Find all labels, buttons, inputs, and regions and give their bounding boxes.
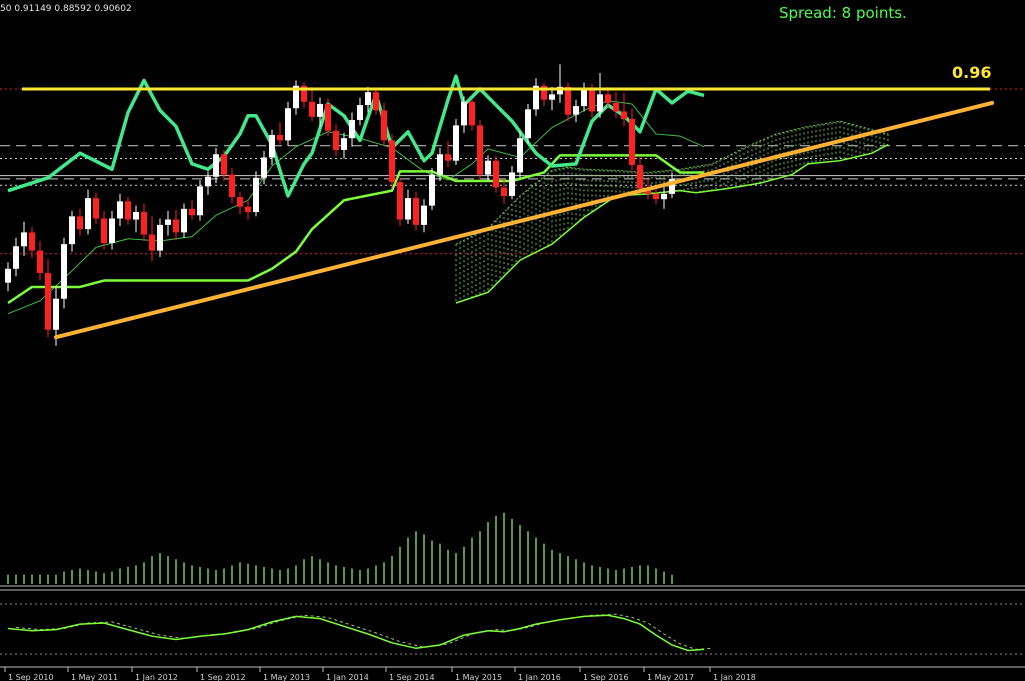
candle-body <box>133 212 139 220</box>
candle-body <box>397 182 403 220</box>
oscillator-signal <box>15 613 713 650</box>
oscillator-main <box>7 614 705 652</box>
candle-body <box>45 273 51 330</box>
candle-body <box>309 101 315 117</box>
ohlc-header: 50 0.91149 0.88592 0.90602 <box>0 4 132 14</box>
candle-body <box>525 109 531 139</box>
candle-body <box>5 268 11 283</box>
candle-body <box>69 216 75 245</box>
candle-body <box>509 172 515 196</box>
candle-body <box>277 135 283 141</box>
candle-body <box>229 174 235 198</box>
candle-body <box>485 160 491 175</box>
x-axis: 1 Sep 2010 1 May 2011 1 Jan 2012 1 Sep 2012… <box>4 667 756 681</box>
price-chart: 1 Sep 2010 1 May 2011 1 Jan 2012 1 Sep 2012… <box>0 64 1025 681</box>
candle-body <box>469 101 475 126</box>
candle-body <box>253 177 259 213</box>
candle-body <box>101 218 107 244</box>
x-tick-label: 1 Jan 2012 <box>135 673 178 681</box>
candle-body <box>365 92 371 106</box>
candle-body <box>157 224 163 251</box>
x-tick-label: 1 Sep 2014 <box>389 673 435 681</box>
candle-body <box>213 154 219 177</box>
x-tick-label: 1 May 2013 <box>263 673 310 681</box>
candle-body <box>517 138 523 173</box>
candle-body <box>173 219 179 233</box>
candle-body <box>29 232 35 251</box>
candle-body <box>581 89 587 107</box>
x-tick-label: 1 Sep 2010 <box>8 673 54 681</box>
candle-body <box>317 103 323 117</box>
candle-body <box>461 101 467 126</box>
candle-body <box>341 138 347 150</box>
candle-body <box>125 201 131 220</box>
candle-body <box>613 102 619 112</box>
candle-body <box>85 198 91 230</box>
candle-body <box>405 198 411 220</box>
candle-body <box>357 105 363 121</box>
candle-body <box>501 187 507 196</box>
candle-body <box>653 193 659 200</box>
candle-body <box>197 186 203 216</box>
candle-body <box>37 250 43 274</box>
volume-pane <box>7 512 673 584</box>
candle-body <box>437 154 443 175</box>
candle-body <box>149 234 155 251</box>
oscillator-pane <box>7 613 713 652</box>
candle-body <box>549 94 555 100</box>
candle-body <box>325 103 331 131</box>
candle-body <box>373 92 379 111</box>
candle-body <box>589 89 595 112</box>
candle-body <box>333 130 339 150</box>
candle-body <box>13 246 19 269</box>
candle-body <box>661 193 667 200</box>
candle-body <box>453 125 459 161</box>
candle-body <box>21 232 27 247</box>
x-tick-label: 1 Jan 2016 <box>518 673 561 681</box>
candle-body <box>53 298 59 330</box>
candle-body <box>381 110 387 141</box>
candle-body <box>141 212 147 235</box>
candle-body <box>477 125 483 175</box>
candle-body <box>445 154 451 161</box>
candle-body <box>221 154 227 175</box>
candle-body <box>117 201 123 219</box>
candle-body <box>597 94 603 112</box>
candle-body <box>429 174 435 206</box>
x-tick-label: 1 Jan 2018 <box>713 673 756 681</box>
candle-body <box>413 198 419 225</box>
x-tick-label: 1 Jan 2014 <box>326 673 369 681</box>
candle-body <box>245 206 251 213</box>
candle-body <box>573 106 579 115</box>
candle-body <box>565 86 571 115</box>
x-tick-label: 1 May 2015 <box>455 673 502 681</box>
candle-body <box>93 198 99 219</box>
candle-body <box>165 219 171 225</box>
x-tick-label: 1 Sep 2016 <box>583 673 629 681</box>
x-tick-label: 1 May 2017 <box>647 673 694 681</box>
candle-body <box>61 244 67 299</box>
candle-body <box>285 108 291 141</box>
candle-body <box>261 157 267 178</box>
x-tick-label: 1 May 2011 <box>71 673 118 681</box>
resistance-level-label: 0.96 <box>952 63 992 82</box>
candle-body <box>389 140 395 183</box>
x-tick-label: 1 Sep 2012 <box>200 673 246 681</box>
spread-label: Spread: 8 points. <box>779 4 907 22</box>
candle-body <box>421 205 427 225</box>
candle-body <box>77 216 83 230</box>
candle-body <box>493 160 499 188</box>
candle-body <box>269 135 275 158</box>
candle-body <box>237 197 243 207</box>
candle-body <box>637 164 643 189</box>
candle-body <box>349 120 355 139</box>
candle-body <box>189 208 195 216</box>
candle-body <box>205 176 211 187</box>
candle-body <box>621 111 627 119</box>
candle-body <box>629 118 635 165</box>
candle-body <box>109 218 115 244</box>
candle-body <box>605 94 611 103</box>
candle-body <box>181 208 187 233</box>
